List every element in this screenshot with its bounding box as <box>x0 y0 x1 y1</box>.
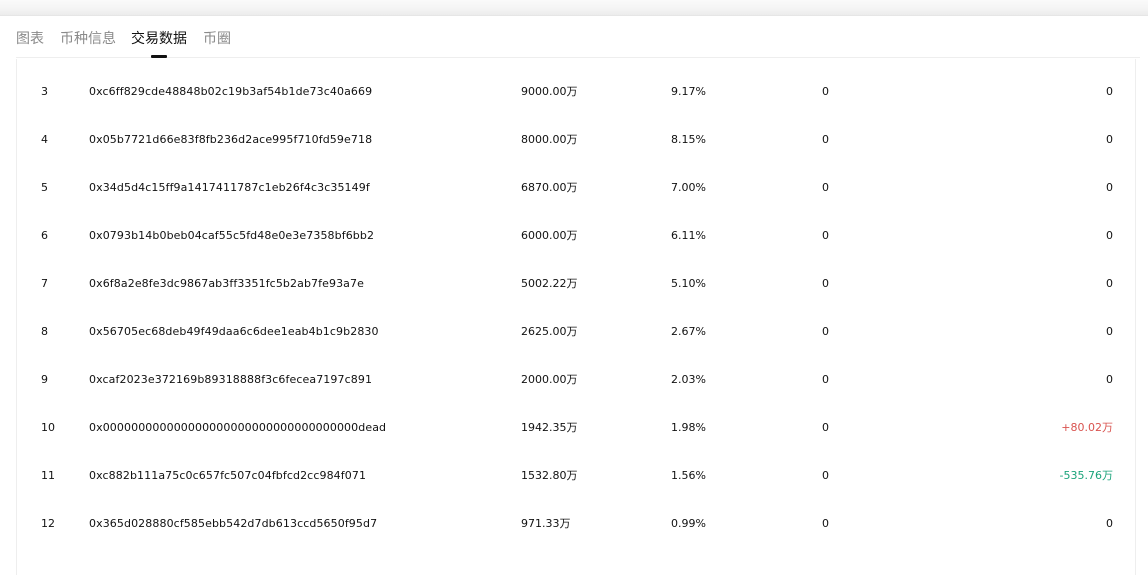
holder-change-amount: 0 <box>1106 517 1113 530</box>
holder-change: 0 <box>822 469 829 482</box>
holder-address[interactable]: 0x34d5d4c15ff9a1417411787c1eb26f4c3c3514… <box>89 164 370 212</box>
tab-chart[interactable]: 图表 <box>16 30 44 48</box>
holder-change: 0 <box>822 277 829 290</box>
holder-change-amount: 0 <box>1106 373 1113 386</box>
holder-percent: 0.99% <box>671 517 706 530</box>
holder-rank: 8 <box>41 325 48 338</box>
holder-rank: 6 <box>41 229 48 242</box>
holder-change-amount: +80.02万 <box>1061 421 1113 434</box>
holder-rank: 4 <box>41 133 48 146</box>
table-row: 10 0x00000000000000000000000000000000000… <box>17 404 1135 452</box>
holder-rank: 11 <box>41 469 55 482</box>
active-tab-indicator <box>151 55 167 58</box>
tab-community[interactable]: 币圈 <box>203 30 231 48</box>
holder-change-amount: -535.76万 <box>1059 469 1113 482</box>
holder-change: 0 <box>822 133 829 146</box>
holder-percent: 6.11% <box>671 229 706 242</box>
holder-quantity: 9000.00万 <box>521 85 578 98</box>
top-shadow-bar <box>0 0 1148 16</box>
holder-rank: 7 <box>41 277 48 290</box>
holder-percent: 2.67% <box>671 325 706 338</box>
table-row: 5 0x34d5d4c15ff9a1417411787c1eb26f4c3c35… <box>17 164 1135 212</box>
holder-address[interactable]: 0xc882b111a75c0c657fc507c04fbfcd2cc984f0… <box>89 452 366 500</box>
holder-change-amount: 0 <box>1106 229 1113 242</box>
holder-change-amount: 0 <box>1106 325 1113 338</box>
holder-quantity: 8000.00万 <box>521 133 578 146</box>
holder-percent: 7.00% <box>671 181 706 194</box>
table-row: 12 0x365d028880cf585ebb542d7db613ccd5650… <box>17 500 1135 548</box>
holder-quantity: 2625.00万 <box>521 325 578 338</box>
holder-quantity: 5002.22万 <box>521 277 578 290</box>
holder-change: 0 <box>822 517 829 530</box>
holder-change: 0 <box>822 229 829 242</box>
holder-percent: 5.10% <box>671 277 706 290</box>
holder-address[interactable]: 0xc6ff829cde48848b02c19b3af54b1de73c40a6… <box>89 68 372 116</box>
holder-rank: 12 <box>41 517 55 530</box>
holder-quantity: 2000.00万 <box>521 373 578 386</box>
table-row: 11 0xc882b111a75c0c657fc507c04fbfcd2cc98… <box>17 452 1135 500</box>
table-row: 3 0xc6ff829cde48848b02c19b3af54b1de73c40… <box>17 68 1135 116</box>
holder-change-amount: 0 <box>1106 181 1113 194</box>
holder-address[interactable]: 0x6f8a2e8fe3dc9867ab3ff3351fc5b2ab7fe93a… <box>89 260 364 308</box>
table-row: 8 0x56705ec68deb49f49daa6c6dee1eab4b1c9b… <box>17 308 1135 356</box>
holder-percent: 2.03% <box>671 373 706 386</box>
holder-percent: 1.98% <box>671 421 706 434</box>
holder-change: 0 <box>822 85 829 98</box>
holder-rank: 3 <box>41 85 48 98</box>
holder-address[interactable]: 0x000000000000000000000000000000000000de… <box>89 404 386 452</box>
holder-change: 0 <box>822 421 829 434</box>
holder-address[interactable]: 0x56705ec68deb49f49daa6c6dee1eab4b1c9b28… <box>89 308 379 356</box>
tab-trade-data[interactable]: 交易数据 <box>131 30 187 48</box>
holder-rank: 9 <box>41 373 48 386</box>
holder-percent: 9.17% <box>671 85 706 98</box>
holder-rank: 10 <box>41 421 55 434</box>
holder-quantity: 1942.35万 <box>521 421 578 434</box>
holders-table: 3 0xc6ff829cde48848b02c19b3af54b1de73c40… <box>16 59 1136 575</box>
holder-address[interactable]: 0x05b7721d66e83f8fb236d2ace995f710fd59e7… <box>89 116 372 164</box>
holder-quantity: 6000.00万 <box>521 229 578 242</box>
holder-percent: 8.15% <box>671 133 706 146</box>
holder-address[interactable]: 0xcaf2023e372169b89318888f3c6fecea7197c8… <box>89 356 372 404</box>
holder-percent: 1.56% <box>671 469 706 482</box>
holder-change-amount: 0 <box>1106 133 1113 146</box>
tab-bar: 图表 币种信息 交易数据 币圈 <box>16 16 1140 58</box>
table-row: 9 0xcaf2023e372169b89318888f3c6fecea7197… <box>17 356 1135 404</box>
holder-quantity: 6870.00万 <box>521 181 578 194</box>
table-row: 7 0x6f8a2e8fe3dc9867ab3ff3351fc5b2ab7fe9… <box>17 260 1135 308</box>
holder-rank: 5 <box>41 181 48 194</box>
holder-address[interactable]: 0x365d028880cf585ebb542d7db613ccd5650f95… <box>89 500 377 548</box>
holder-address[interactable]: 0x0793b14b0beb04caf55c5fd48e0e3e7358bf6b… <box>89 212 374 260</box>
holder-change: 0 <box>822 181 829 194</box>
table-row: 4 0x05b7721d66e83f8fb236d2ace995f710fd59… <box>17 116 1135 164</box>
holder-quantity: 1532.80万 <box>521 469 578 482</box>
holder-change-amount: 0 <box>1106 85 1113 98</box>
holder-change-amount: 0 <box>1106 277 1113 290</box>
holder-change: 0 <box>822 325 829 338</box>
holder-quantity: 971.33万 <box>521 517 571 530</box>
table-row: 6 0x0793b14b0beb04caf55c5fd48e0e3e7358bf… <box>17 212 1135 260</box>
holder-change: 0 <box>822 373 829 386</box>
tab-coin-info[interactable]: 币种信息 <box>60 30 116 48</box>
